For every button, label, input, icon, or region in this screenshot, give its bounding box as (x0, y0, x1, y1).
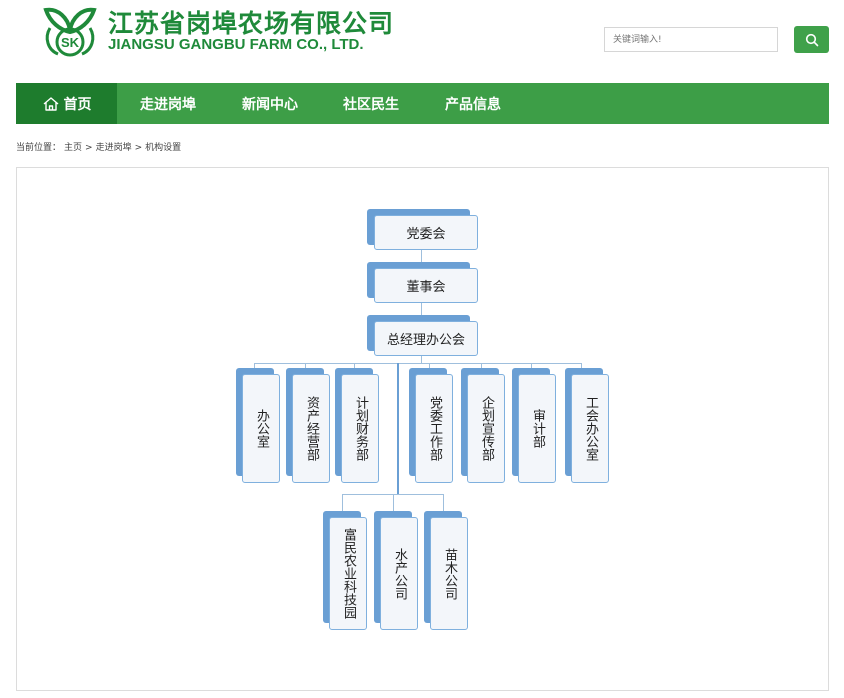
org-node-dept-office[interactable]: 办公室 (236, 368, 280, 483)
org-node-sub-nursery[interactable]: 苗木公司 (424, 511, 468, 630)
breadcrumb-item-home[interactable]: 主页 (64, 143, 82, 153)
nav-item-label: 产品信息 (445, 96, 501, 113)
org-node-board[interactable]: 董事会 (367, 262, 478, 303)
org-node-label: 工会办公室 (571, 374, 609, 483)
org-node-label: 总经理办公会 (374, 321, 478, 356)
breadcrumb-prefix: 当前位置： (16, 143, 62, 153)
org-node-dept-assets[interactable]: 资产经营部 (286, 368, 330, 483)
search-button[interactable] (794, 26, 829, 53)
search-input[interactable] (604, 27, 778, 52)
org-node-label: 党委会 (374, 215, 478, 250)
breadcrumb: 当前位置： 主页 > 走进岗埠 > 机构设置 (16, 140, 184, 153)
nav-item-label: 走进岗埠 (140, 96, 196, 113)
org-node-dept-finance[interactable]: 计划财务部 (335, 368, 379, 483)
nav-item-products[interactable]: 产品信息 (431, 83, 515, 124)
nav-item-label: 新闻中心 (242, 96, 298, 113)
org-node-label: 资产经营部 (292, 374, 330, 483)
brand-name-en: JIANGSU GANGBU FARM CO., LTD. (108, 36, 364, 53)
org-node-label: 董事会 (374, 268, 478, 303)
nav-item-news[interactable]: 新闻中心 (228, 83, 312, 124)
breadcrumb-separator: > (85, 143, 93, 153)
org-node-label: 党委工作部 (415, 374, 453, 483)
nav-item-home[interactable]: 首页 (16, 83, 117, 124)
org-node-label: 审计部 (518, 374, 556, 483)
org-node-label: 计划财务部 (341, 374, 379, 483)
org-node-label: 苗木公司 (430, 517, 468, 630)
nav-item-community[interactable]: 社区民生 (329, 83, 413, 124)
org-node-label: 富民农业科技园 (329, 517, 367, 630)
main-nav: 首页 走进岗埠 新闻中心 社区民生 产品信息 (16, 83, 829, 124)
org-node-dept-audit[interactable]: 审计部 (512, 368, 556, 483)
breadcrumb-item-about[interactable]: 走进岗埠 (96, 143, 132, 153)
org-node-label: 办公室 (242, 374, 280, 483)
org-node-sub-aquatic[interactable]: 水产公司 (374, 511, 418, 630)
breadcrumb-item-current: 机构设置 (145, 143, 182, 153)
company-logo-icon: SK (43, 7, 97, 57)
org-node-label: 企划宣传部 (467, 374, 505, 483)
logo-text: SK (61, 35, 80, 50)
org-node-label: 水产公司 (380, 517, 418, 630)
nav-item-label: 首页 (63, 96, 92, 113)
org-node-sub-agri-park[interactable]: 富民农业科技园 (323, 511, 367, 630)
home-icon (43, 96, 58, 111)
org-node-gm-office[interactable]: 总经理办公会 (367, 315, 478, 356)
nav-item-about[interactable]: 走进岗埠 (126, 83, 210, 124)
nav-item-label: 社区民生 (343, 96, 399, 113)
org-node-party-committee[interactable]: 党委会 (367, 209, 478, 250)
search-icon (805, 33, 818, 46)
header: SK 江苏省岗埠农场有限公司 JIANGSU GANGBU FARM CO., … (0, 0, 844, 70)
org-node-dept-union[interactable]: 工会办公室 (565, 368, 609, 483)
org-node-dept-party-work[interactable]: 党委工作部 (409, 368, 453, 483)
brand-name-cn: 江苏省岗埠农场有限公司 (108, 9, 395, 38)
breadcrumb-separator: > (134, 143, 143, 153)
org-node-dept-planning[interactable]: 企划宣传部 (461, 368, 505, 483)
